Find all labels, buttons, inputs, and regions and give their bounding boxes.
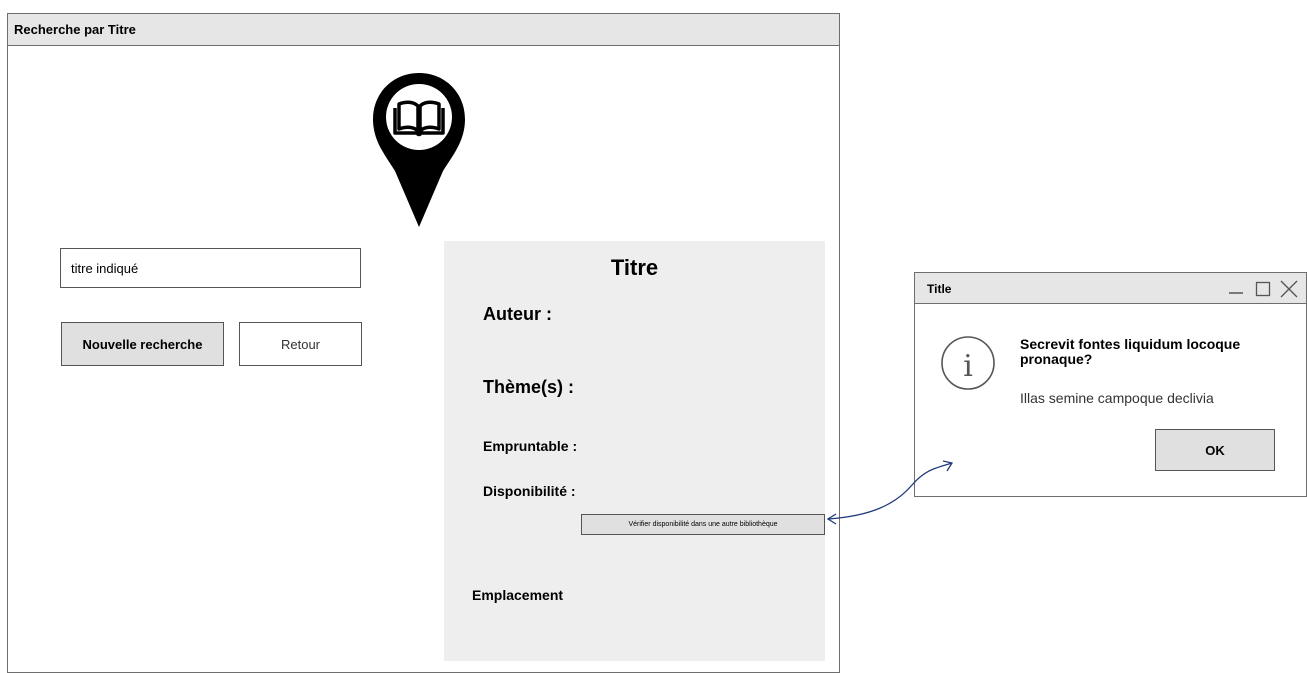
location-label: Emplacement bbox=[472, 587, 564, 603]
book-title: Titre bbox=[610, 255, 659, 280]
dialog-heading: Secrevit fontes liquidum locoque pronaqu… bbox=[1020, 336, 1241, 367]
ok-button[interactable]: OK bbox=[1155, 429, 1275, 471]
svg-text:i: i bbox=[963, 349, 973, 384]
dialog-message: Illas semine campoque declivia bbox=[1020, 390, 1214, 406]
maximize-icon[interactable] bbox=[1255, 281, 1271, 297]
theme-label: Thème(s) : bbox=[483, 377, 575, 397]
new-search-button[interactable]: Nouvelle recherche bbox=[61, 322, 224, 366]
dialog-window: Title i Secrevit fontes liquidum locoque… bbox=[914, 272, 1307, 497]
back-button[interactable]: Retour bbox=[239, 322, 362, 366]
minimize-icon[interactable] bbox=[1227, 278, 1245, 296]
availability-label: Disponibilité : bbox=[483, 483, 576, 499]
borrowable-label: Empruntable : bbox=[483, 438, 578, 454]
main-window: Recherche par Titre Nouvelle recherche R… bbox=[7, 13, 840, 673]
search-input[interactable] bbox=[60, 248, 361, 288]
map-pin-book-icon bbox=[373, 73, 465, 227]
main-titlebar: Recherche par Titre bbox=[8, 14, 839, 46]
book-details-panel: Titre Auteur : Thème(s) : Empruntable : … bbox=[444, 241, 825, 661]
dialog-title: Title bbox=[927, 282, 952, 296]
close-icon[interactable] bbox=[1280, 280, 1298, 298]
window-title: Recherche par Titre bbox=[14, 22, 136, 37]
check-other-library-button[interactable]: Vérifier disponibilité dans une autre bi… bbox=[581, 514, 825, 535]
info-icon: i bbox=[941, 336, 995, 390]
dialog-titlebar: Title bbox=[915, 273, 1306, 304]
author-label: Auteur : bbox=[483, 304, 552, 324]
